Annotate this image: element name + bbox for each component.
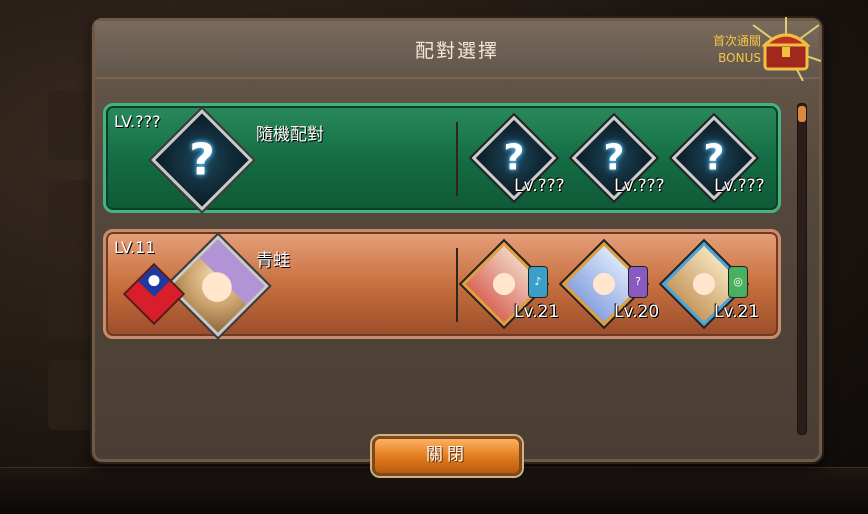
dialog-title: 配對選擇: [414, 40, 499, 62]
scrollbar[interactable]: [797, 103, 807, 435]
close-button[interactable]: 關閉: [372, 436, 522, 476]
random-match-name: 隨機配對: [256, 125, 324, 145]
team-member-level: Lv.21: [714, 302, 760, 322]
match-select-dialog: 配對選擇 首次通關 BONUS LV.??? ? 隨機配對 ? Lv.??? ?…: [92, 17, 822, 462]
random-match-level: LV.???: [114, 112, 161, 131]
team-member-level: Lv.???: [714, 176, 765, 196]
background-side-tab: [48, 270, 94, 340]
opponent-level: LV.11: [114, 238, 156, 257]
element-badge-icon: ♪: [528, 266, 548, 298]
team-member-level: Lv.???: [614, 176, 665, 196]
team-member-level: Lv.???: [514, 176, 565, 196]
team-member-level: Lv.20: [614, 302, 660, 322]
background-side-tab: [48, 90, 94, 160]
question-mark-icon: ?: [151, 109, 253, 211]
taiwan-flag-icon: [122, 262, 186, 326]
opponent-name: 青蛙: [256, 251, 290, 271]
background-side-tab: [48, 360, 94, 430]
team-member-level: Lv.21: [514, 302, 560, 322]
element-badge-icon: ◎: [728, 266, 748, 298]
treasure-chest-icon[interactable]: [751, 17, 821, 81]
scrollbar-thumb[interactable]: [798, 106, 806, 122]
dialog-header: 配對選擇 首次通關 BONUS: [95, 17, 821, 81]
row-divider: [456, 248, 458, 322]
row-divider: [456, 122, 458, 196]
opponent-row[interactable]: LV.11 青蛙 ♪ Lv.21 ? Lv.20 ◎ Lv.21: [103, 229, 781, 339]
background-side-tab: [48, 180, 94, 250]
opponent-avatar: [167, 235, 269, 337]
element-badge-icon: ?: [628, 266, 648, 298]
random-match-row[interactable]: LV.??? ? 隨機配對 ? Lv.??? ? Lv.??? ? Lv.???: [103, 103, 781, 213]
